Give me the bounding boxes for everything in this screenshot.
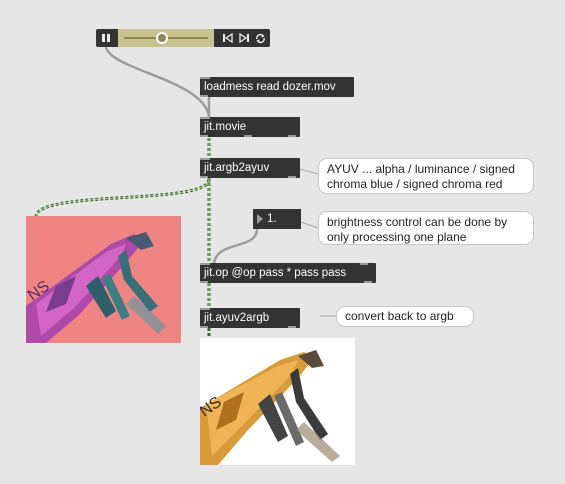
object-label: jit.movie xyxy=(204,121,247,133)
object-label: jit.op @op pass * pass pass xyxy=(204,267,347,279)
ayuv-preview-window: NS xyxy=(26,216,181,343)
argb-preview-window: NS xyxy=(200,338,355,465)
number-value: 1. xyxy=(267,213,277,225)
cord-argb2ayuv-to-preview xyxy=(34,179,211,217)
comment-pointer xyxy=(300,221,319,229)
jit-argb2ayuv-object[interactable]: jit.argb2ayuv xyxy=(200,158,300,178)
position-knob[interactable] xyxy=(156,32,168,44)
loadmess-object[interactable]: loadmess read dozer.mov xyxy=(200,77,354,97)
number-triangle-icon xyxy=(257,214,263,224)
jit-ayuv2argb-object[interactable]: jit.ayuv2argb xyxy=(200,308,300,328)
comment-brightness: brightness control can be done by only p… xyxy=(318,211,534,245)
movie-transport[interactable] xyxy=(96,29,270,47)
position-slider[interactable] xyxy=(118,29,214,47)
object-label: jit.argb2ayuv xyxy=(204,162,270,174)
comment-text: convert back to argb xyxy=(345,309,454,323)
comment-text: brightness control can be done by only p… xyxy=(327,215,508,244)
patcher-canvas: loadmess read dozer.mov jit.movie jit.ar… xyxy=(0,0,565,484)
comment-text: AYUV ... alpha / luminance / signed chro… xyxy=(327,162,515,191)
brightness-number-box[interactable]: 1. xyxy=(253,209,301,229)
comment-pointer xyxy=(299,168,319,175)
loop-icon[interactable] xyxy=(250,29,270,47)
comment-convert: convert back to argb xyxy=(336,306,474,327)
excavator-arm-rgb-image: NS xyxy=(200,338,355,465)
pause-icon[interactable] xyxy=(96,29,116,47)
cord-transport-to-movie xyxy=(104,46,211,118)
comment-ayuv: AYUV ... alpha / luminance / signed chro… xyxy=(318,158,534,194)
object-label: loadmess read dozer.mov xyxy=(204,81,336,93)
object-label: jit.ayuv2argb xyxy=(204,312,270,324)
excavator-arm-ayuv-image: NS xyxy=(26,216,181,343)
jit-op-object[interactable]: jit.op @op pass * pass pass xyxy=(200,263,376,283)
jit-movie-object[interactable]: jit.movie xyxy=(200,117,300,137)
cord-number-to-op xyxy=(212,228,259,264)
